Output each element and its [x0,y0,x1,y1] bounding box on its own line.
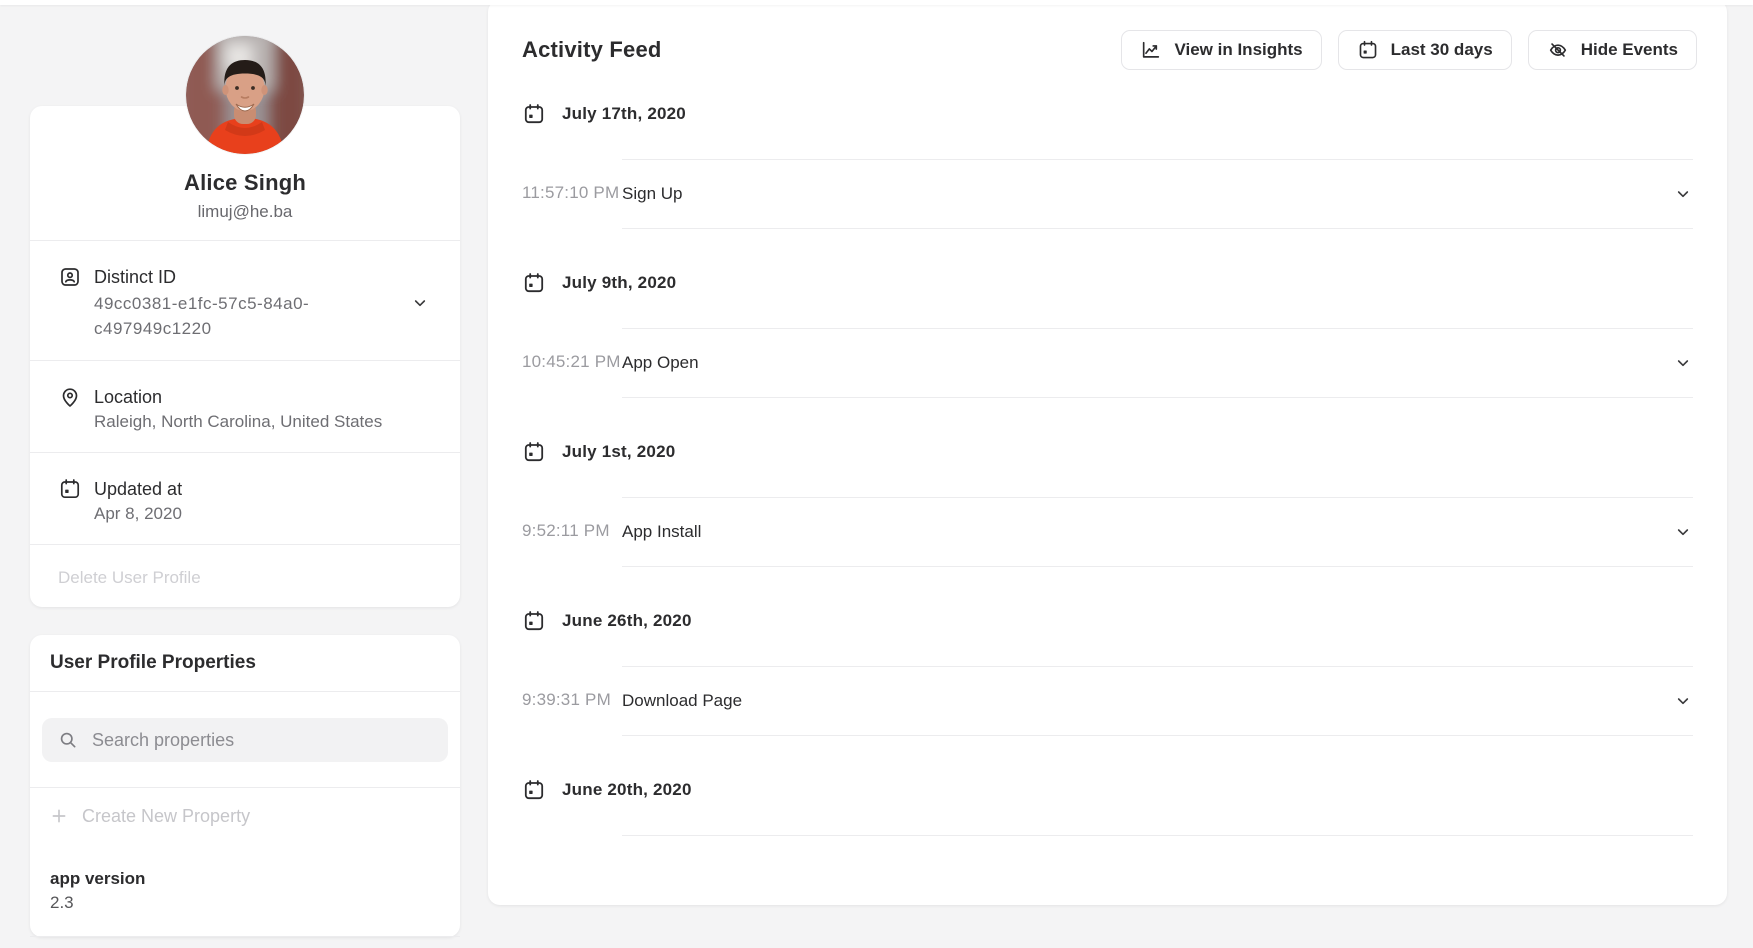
divider [622,835,1693,905]
feed-date-label: July 1st, 2020 [562,441,675,463]
activity-feed-list: July 17th, 2020 11:57:10 PM Sign Up July… [488,70,1727,905]
event-expander[interactable]: Sign Up [622,159,1693,229]
create-new-property-label: Create New Property [82,804,250,828]
plus-icon [50,807,68,825]
feed-date-label: June 20th, 2020 [562,779,692,801]
feed-date-header: June 26th, 2020 [488,567,1727,666]
feed-date-header: July 1st, 2020 [488,398,1727,497]
calendar-icon [58,477,82,501]
feed-date-group: June 26th, 2020 9:39:31 PM Download Page [488,567,1727,736]
feed-date-group: July 9th, 2020 10:45:21 PM App Open [488,229,1727,398]
location-row: Location Raleigh, North Carolina, United… [30,361,460,452]
property-item[interactable]: app version 2.3 [30,840,460,937]
distinct-id-row: Distinct ID 49cc0381-e1fc-57c5-84a0-c497… [30,241,460,360]
hide-events-label: Hide Events [1581,40,1678,60]
chevron-down-icon[interactable] [1673,351,1693,375]
event-row: 9:39:31 PM Download Page [488,666,1727,736]
feed-date-group: July 1st, 2020 9:52:11 PM App Install [488,398,1727,567]
updated-at-label: Updated at [94,477,432,501]
user-profile-properties-card: User Profile Properties Create New Prope… [30,635,460,937]
calendar-icon [522,778,546,802]
property-list: app version 2.3 [30,840,460,937]
event-name: App Open [622,353,699,373]
chevron-down-icon[interactable] [1673,182,1693,206]
create-new-property-button[interactable]: Create New Property [30,788,460,840]
calendar-icon [1357,39,1379,61]
avatar [186,36,304,154]
hide-events-button[interactable]: Hide Events [1528,30,1697,70]
feed-date-group: July 17th, 2020 11:57:10 PM Sign Up [488,70,1727,229]
property-name: app version [50,867,440,891]
activity-feed-title: Activity Feed [522,37,662,63]
event-name: Sign Up [622,184,682,204]
feed-date-header: June 20th, 2020 [488,736,1727,835]
insights-chart-icon [1140,39,1162,61]
id-card-icon [58,265,82,289]
user-name: Alice Singh [58,170,432,196]
search-box[interactable] [42,718,448,762]
event-row: 11:57:10 PM Sign Up [488,159,1727,229]
calendar-icon [522,102,546,126]
activity-feed-card: Activity Feed View in Insights [488,0,1727,905]
search-icon [58,730,78,750]
last-30-days-label: Last 30 days [1391,40,1493,60]
user-email: limuj@he.ba [58,202,432,222]
event-time: 9:52:11 PM [522,497,622,567]
event-time: 9:39:31 PM [522,666,622,736]
eye-off-icon [1547,39,1569,61]
chevron-down-icon[interactable] [408,291,432,315]
feed-date-group: June 20th, 2020 [488,736,1727,905]
event-name: Download Page [622,691,742,711]
updated-at-value: Apr 8, 2020 [94,503,432,525]
chevron-down-icon[interactable] [1673,689,1693,713]
view-in-insights-button[interactable]: View in Insights [1121,30,1321,70]
event-row: 10:45:21 PM App Open [488,328,1727,398]
updated-at-row: Updated at Apr 8, 2020 [30,453,460,544]
chevron-down-icon[interactable] [1673,520,1693,544]
feed-date-label: June 26th, 2020 [562,610,692,632]
view-in-insights-label: View in Insights [1174,40,1302,60]
properties-title: User Profile Properties [30,635,460,691]
search-properties-input[interactable] [92,730,432,751]
distinct-id-value: 49cc0381-e1fc-57c5-84a0-c497949c1220 [94,291,408,341]
event-expander[interactable]: App Install [622,497,1693,567]
calendar-icon [522,440,546,464]
delete-user-profile-button[interactable]: Delete User Profile [58,566,201,590]
event-expander[interactable]: App Open [622,328,1693,398]
calendar-icon [522,271,546,295]
calendar-icon [522,609,546,633]
last-30-days-button[interactable]: Last 30 days [1338,30,1512,70]
profile-sidebar: Alice Singh limuj@he.ba Distinct ID 49cc… [30,0,460,937]
event-expander[interactable]: Download Page [622,666,1693,736]
feed-date-header: July 9th, 2020 [488,229,1727,328]
event-row [488,835,1727,905]
feed-date-header: July 17th, 2020 [488,70,1727,159]
event-time: 10:45:21 PM [522,328,622,398]
location-label: Location [94,385,432,409]
location-value: Raleigh, North Carolina, United States [94,411,432,433]
event-name: App Install [622,522,701,542]
property-value: 2.3 [50,892,440,914]
user-profile-card: Alice Singh limuj@he.ba Distinct ID 49cc… [30,106,460,607]
event-time: 11:57:10 PM [522,159,622,229]
event-row: 9:52:11 PM App Install [488,497,1727,567]
event-time [522,835,622,905]
distinct-id-label: Distinct ID [94,265,408,289]
feed-date-label: July 17th, 2020 [562,103,686,125]
location-pin-icon [58,385,82,409]
feed-date-label: July 9th, 2020 [562,272,676,294]
